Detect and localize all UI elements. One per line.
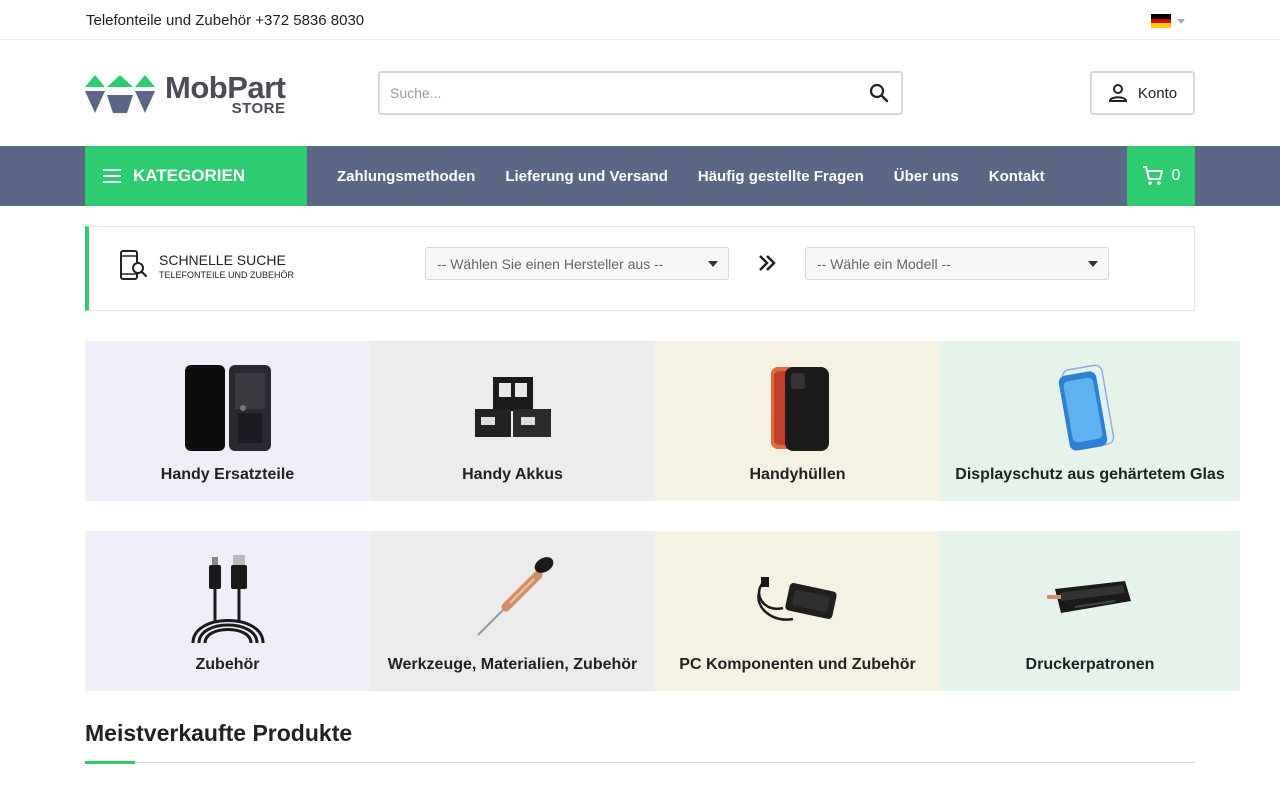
category-tile-accessories[interactable]: Zubehör [85, 531, 370, 691]
shopping-cart-icon [1142, 166, 1163, 185]
phone-case-icon [770, 367, 829, 451]
top-bar: Telefonteile und Zubehör +372 5836 8030 [0, 0, 1280, 40]
category-tile-printer-cartridges[interactable]: Druckerpatronen [940, 531, 1240, 691]
category-grid-row-2: Zubehör Werkzeuge, Materialien, Zubehör … [85, 531, 1240, 691]
bestsellers-heading: Meistverkaufte Produkte [85, 720, 353, 746]
nav-link-about[interactable]: Über uns [879, 168, 974, 185]
category-label: Handy Ersatzteile [160, 466, 295, 483]
double-chevron-right-icon [759, 255, 776, 271]
toner-cartridge-icon [1047, 581, 1131, 613]
chevron-down-icon [708, 261, 718, 267]
power-adapter-icon [756, 577, 837, 621]
category-label: Druckerpatronen [1025, 656, 1155, 673]
logo-title: MobPart [165, 70, 286, 105]
category-label: Handy Akkus [462, 466, 563, 483]
store-logo[interactable]: MobPart STORE [85, 72, 286, 116]
language-selector[interactable] [1151, 14, 1185, 29]
german-flag-icon [1151, 14, 1171, 29]
category-label: Werkzeuge, Materialien, Zubehör [387, 656, 638, 673]
usb-cable-icon [191, 555, 264, 643]
section-divider [85, 762, 1195, 763]
category-grid-row-1: Handy Ersatzteile Handy Akkus Handyhülle… [85, 341, 1240, 501]
search-icon [869, 83, 889, 103]
category-tile-screen-protector[interactable]: Displayschutz aus gehärtetem Glas [940, 341, 1240, 501]
category-label: Zubehör [195, 656, 260, 673]
category-tile-phone-cases[interactable]: Handyhüllen [655, 341, 940, 501]
model-select-value: -- Wähle ein Modell -- [817, 255, 951, 272]
quick-search-subtitle: TELEFONTEILE UND ZUBEHÖR [159, 270, 295, 280]
nav-link-shipping[interactable]: Lieferung und Versand [490, 168, 683, 185]
search-bar [378, 71, 903, 115]
screwdriver-icon [476, 557, 553, 636]
chevron-down-icon [1177, 18, 1185, 24]
nav-link-faq[interactable]: Häufig gestellte Fragen [683, 168, 879, 185]
screen-protector-icon [1058, 364, 1115, 451]
category-tile-phone-parts[interactable]: Handy Ersatzteile [85, 341, 370, 501]
categories-button[interactable]: KATEGORIEN [85, 146, 307, 206]
category-tile-batteries[interactable]: Handy Akkus [370, 341, 655, 501]
cart-button[interactable]: 0 [1127, 146, 1195, 206]
categories-label: KATEGORIEN [133, 166, 246, 185]
phone-search-icon [120, 250, 148, 280]
phone-screen-icon [184, 365, 271, 451]
account-label: Konto [1137, 84, 1178, 102]
category-label: Handyhüllen [749, 466, 846, 483]
manufacturer-select[interactable]: -- Wählen Sie einen Hersteller aus -- [425, 247, 729, 280]
user-icon [1108, 84, 1127, 102]
category-tile-pc-components[interactable]: PC Komponenten und Zubehör [655, 531, 940, 691]
logo-mark-icon [85, 75, 155, 113]
contact-text: Telefonteile und Zubehör +372 5836 8030 [86, 12, 365, 29]
model-select[interactable]: -- Wähle ein Modell -- [805, 247, 1109, 280]
category-tile-tools[interactable]: Werkzeuge, Materialien, Zubehör [370, 531, 655, 691]
nav-link-contact[interactable]: Kontakt [974, 168, 1060, 185]
category-label: Displayschutz aus gehärtetem Glas [955, 466, 1225, 483]
search-input[interactable] [380, 73, 857, 113]
cart-count: 0 [1171, 167, 1181, 184]
account-button[interactable]: Konto [1090, 71, 1195, 115]
nav-link-payment[interactable]: Zahlungsmethoden [322, 168, 490, 185]
quick-search-panel: SCHNELLE SUCHE TELEFONTEILE UND ZUBEHÖR … [85, 226, 1195, 311]
main-navigation: KATEGORIEN Zahlungsmethoden Lieferung un… [0, 146, 1280, 206]
category-label: PC Komponenten und Zubehör [679, 656, 916, 673]
chevron-down-icon [1088, 261, 1098, 267]
battery-icon [474, 377, 551, 437]
section-accent [85, 761, 135, 764]
hamburger-menu-icon [103, 169, 121, 183]
search-button[interactable] [857, 73, 901, 113]
quick-search-title: SCHNELLE SUCHE [159, 252, 286, 268]
manufacturer-select-value: -- Wählen Sie einen Hersteller aus -- [437, 255, 664, 272]
